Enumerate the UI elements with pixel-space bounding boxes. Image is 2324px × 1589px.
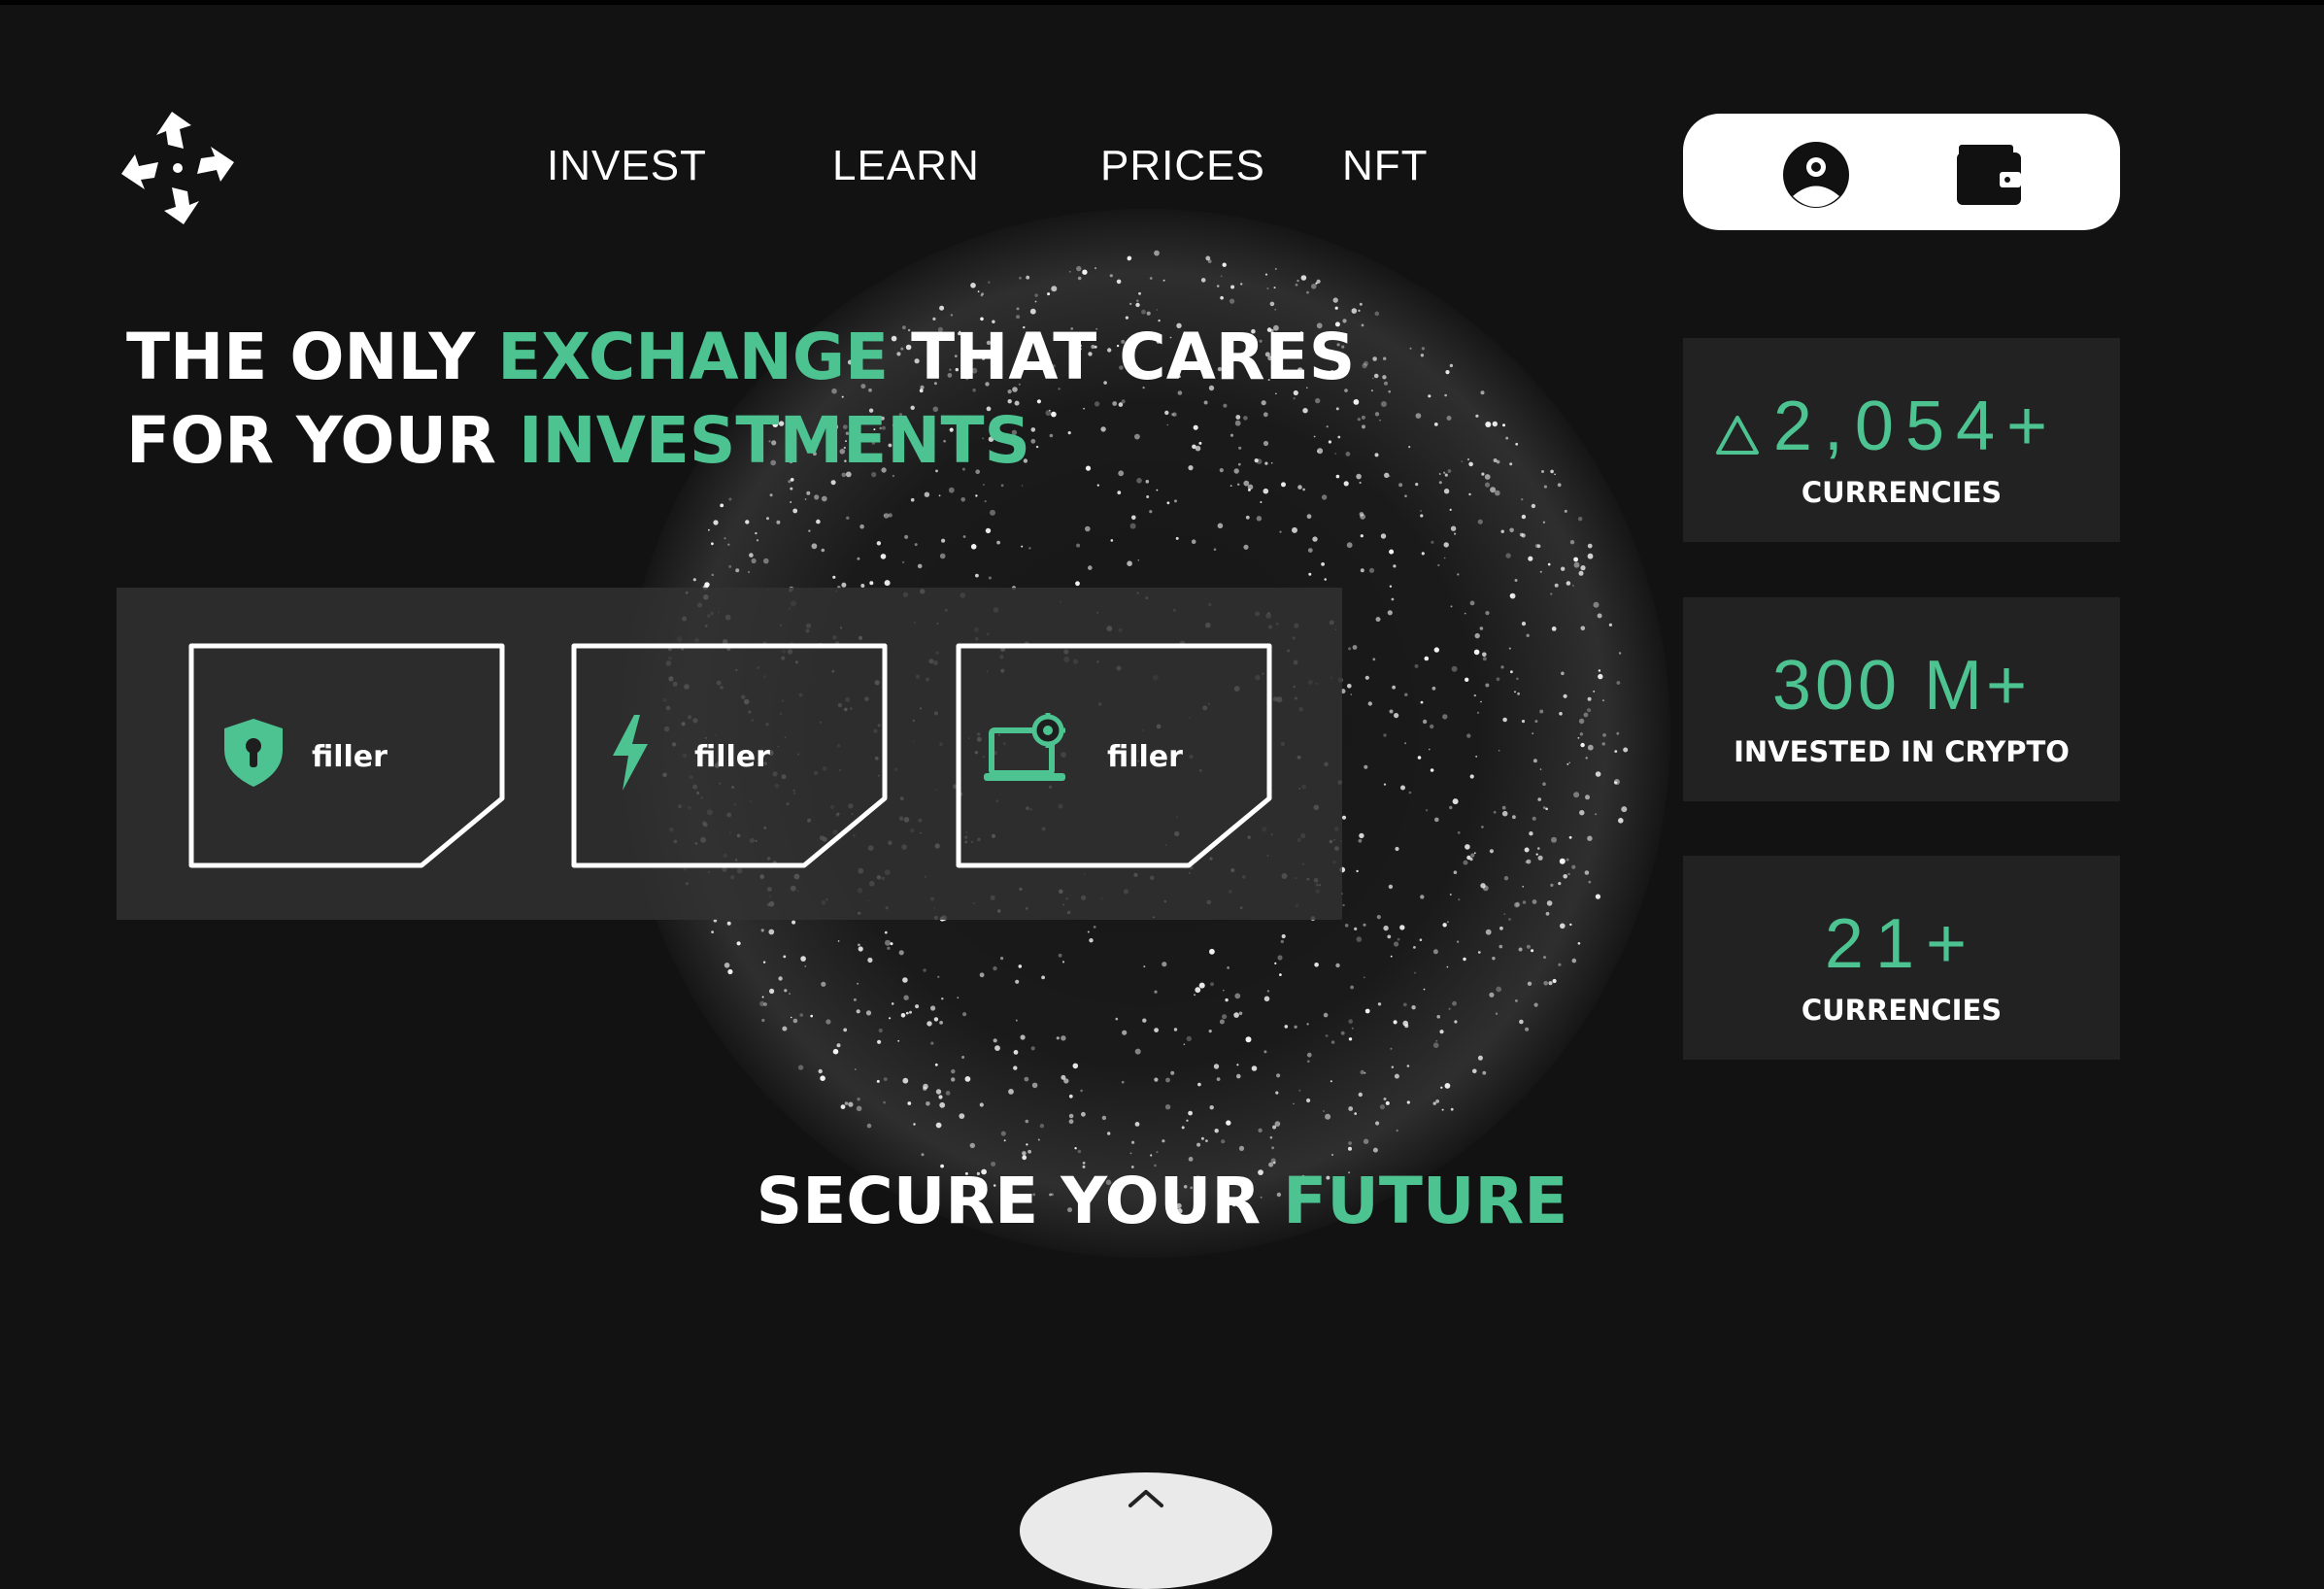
scroll-up-button[interactable] [1020, 1472, 1272, 1589]
nav-item-invest[interactable]: INVEST [547, 142, 707, 190]
tagline: SECURE YOUR FUTURE [0, 1164, 2324, 1238]
feature-card-platform[interactable]: filler [956, 643, 1272, 868]
nav-item-prices[interactable]: PRICES [1100, 142, 1265, 190]
pinwheel-logo-icon [121, 112, 234, 224]
stat-card-currencies-2: 21+ CURRENCIES [1683, 856, 2120, 1060]
stat-caption: INVESTED IN CRYPTO [1734, 735, 2070, 768]
nav-item-nft[interactable]: NFT [1342, 142, 1429, 190]
nav-item-learn[interactable]: LEARN [832, 142, 980, 190]
tagline-highlight: FUTURE [1283, 1164, 1568, 1238]
hero-headline: THE ONLY EXCHANGE THAT CARES FOR YOUR IN… [126, 316, 1355, 483]
stat-value: 21+ [1824, 905, 1979, 983]
hero-line1-part1: THE ONLY [126, 320, 476, 394]
top-border [0, 0, 2324, 5]
brand-logo[interactable] [115, 105, 241, 231]
stat-card-currencies: 2,054+ CURRENCIES [1683, 338, 2120, 542]
feature-label: filler [694, 740, 770, 774]
hero-line1-highlight: EXCHANGE [497, 320, 890, 394]
lightning-bolt-icon [597, 713, 675, 791]
feature-card-security[interactable]: filler [188, 643, 505, 868]
stat-value: 2,054+ [1772, 388, 2060, 465]
wallet-button[interactable] [1953, 141, 2025, 209]
stat-caption: CURRENCIES [1801, 476, 2003, 509]
account-button[interactable] [1780, 141, 1852, 209]
feature-card-speed[interactable]: filler [571, 643, 888, 868]
laptop-gear-icon [982, 713, 1065, 791]
stat-card-invested: 300 M+ INVESTED IN CRYPTO [1683, 597, 2120, 801]
account-actions [1683, 114, 2120, 230]
feature-label: filler [312, 740, 387, 774]
wallet-icon [1957, 145, 2021, 205]
tagline-part1: SECURE YOUR [756, 1164, 1262, 1238]
shield-lock-icon [215, 713, 292, 791]
stat-value: 300 M+ [1771, 647, 2032, 725]
chevron-up-icon [1128, 1490, 1163, 1507]
feature-label: filler [1107, 740, 1183, 774]
feature-panel: filler filler filler [117, 588, 1342, 920]
hero-line2-highlight: INVESTMENTS [518, 403, 1031, 478]
user-circle-icon [1783, 142, 1849, 208]
hero-line1-part2: THAT CARES [911, 320, 1356, 394]
stat-caption: CURRENCIES [1801, 994, 2003, 1027]
hero-line2-part1: FOR YOUR [126, 403, 496, 478]
